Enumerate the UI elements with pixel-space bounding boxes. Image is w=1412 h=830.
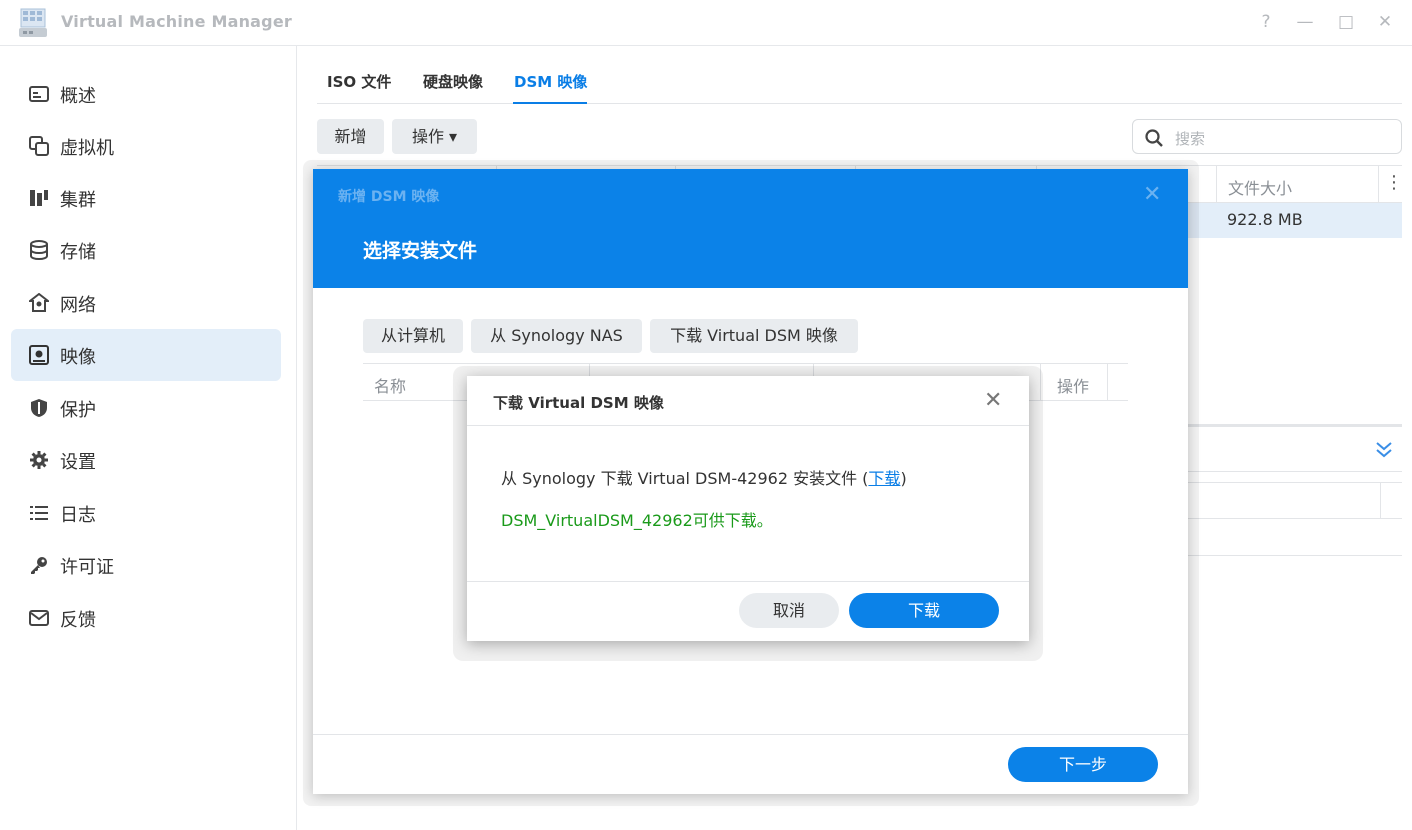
sidebar-item-license[interactable]: 许可证 <box>11 539 281 591</box>
search-input[interactable]: 搜索 <box>1132 119 1402 154</box>
divider <box>1188 471 1402 472</box>
search-placeholder: 搜索 <box>1175 130 1206 148</box>
app-logo-icon <box>19 8 47 37</box>
key-icon <box>31 557 47 574</box>
app-title: Virtual Machine Manager <box>61 12 292 31</box>
next-button[interactable]: 下一步 <box>1008 747 1158 782</box>
sidebar-item-network[interactable]: 网络 <box>11 277 281 329</box>
sidebar-item-vm[interactable]: 虚拟机 <box>11 120 281 172</box>
tab-active-indicator <box>513 102 587 104</box>
sidebar-item-label: 许可证 <box>60 557 114 578</box>
overview-icon <box>29 86 49 102</box>
download-message: 从 Synology 下载 Virtual DSM-42962 安装文件 (下载… <box>501 465 907 489</box>
help-button[interactable]: ? <box>1254 10 1278 34</box>
shield-icon <box>31 399 47 417</box>
panel-divider <box>1188 424 1402 427</box>
sidebar-item-protection[interactable]: 保护 <box>11 382 281 434</box>
sidebar-item-label: 概述 <box>60 86 96 107</box>
col-name[interactable]: 名称 <box>374 373 406 397</box>
sidebar-item-label: 存储 <box>60 242 96 263</box>
col-filesize[interactable]: 文件大小 <box>1228 175 1292 199</box>
download-message-suffix: ) <box>900 469 907 488</box>
sidebar-item-label: 网络 <box>60 295 96 316</box>
dialog-title: 下载 Virtual DSM 映像 <box>493 394 664 412</box>
cancel-button[interactable]: 取消 <box>739 593 839 628</box>
divider <box>1188 555 1402 556</box>
sidebar-item-label: 设置 <box>60 452 96 473</box>
from-computer-button[interactable]: 从计算机 <box>363 319 463 353</box>
minimize-button[interactable]: — <box>1293 10 1317 34</box>
sidebar-item-label: 集群 <box>60 190 96 211</box>
network-icon <box>29 293 49 312</box>
table-row[interactable]: 922.8 MB <box>1188 203 1402 238</box>
close-window-button[interactable]: ✕ <box>1373 10 1397 34</box>
image-icon <box>29 345 49 365</box>
dialog-header: 新增 DSM 映像 ✕ 选择安装文件 <box>313 169 1188 288</box>
sidebar-item-label: 映像 <box>60 347 96 368</box>
mail-icon <box>29 610 49 626</box>
log-icon <box>30 506 48 520</box>
vm-icon <box>29 136 49 156</box>
availability-status: DSM_VirtualDSM_42962可供下载。 <box>501 511 773 530</box>
dialog-footer-divider <box>313 734 1188 735</box>
expand-panel-icon[interactable] <box>1374 440 1394 460</box>
sidebar-item-label: 保护 <box>60 400 96 421</box>
divider <box>1380 482 1381 518</box>
sidebar-item-settings[interactable]: 设置 <box>11 434 281 486</box>
sidebar-item-label: 日志 <box>60 505 96 526</box>
sidebar-item-feedback[interactable]: 反馈 <box>11 592 281 644</box>
title-bar: Virtual Machine Manager ? — □ ✕ <box>0 0 1412 46</box>
sidebar-item-cluster[interactable]: 集群 <box>11 172 281 224</box>
download-vdsm-button[interactable]: 下载 Virtual DSM 映像 <box>650 319 858 353</box>
dialog-small-title: 新增 DSM 映像 <box>338 189 440 205</box>
close-icon[interactable]: ✕ <box>1143 182 1161 207</box>
tab-dsm-image[interactable]: DSM 映像 <box>514 71 587 92</box>
add-button[interactable]: 新增 <box>317 119 384 154</box>
download-link[interactable]: 下载 <box>868 469 900 488</box>
from-nas-button[interactable]: 从 Synology NAS <box>471 319 642 353</box>
gear-icon <box>30 451 48 469</box>
tab-iso[interactable]: ISO 文件 <box>327 71 391 92</box>
sidebar-item-storage[interactable]: 存储 <box>11 224 281 276</box>
close-icon[interactable]: ✕ <box>984 388 1002 413</box>
divider <box>1188 518 1402 519</box>
cluster-icon <box>30 190 48 206</box>
sidebar-item-overview[interactable]: 概述 <box>11 68 281 120</box>
search-icon <box>1145 129 1163 147</box>
tab-bar: ISO 文件 硬盘映像 DSM 映像 <box>317 58 1402 104</box>
action-dropdown-button[interactable]: 操作 ▾ <box>392 119 477 154</box>
download-message-prefix: 从 Synology 下载 Virtual DSM-42962 安装文件 ( <box>501 469 869 488</box>
storage-icon <box>30 240 48 260</box>
col-action[interactable]: 操作 <box>1057 373 1089 397</box>
divider <box>1188 482 1402 483</box>
column-menu-icon[interactable]: ⋮ <box>1385 172 1403 193</box>
sidebar-item-label: 虚拟机 <box>60 138 114 159</box>
sidebar-item-log[interactable]: 日志 <box>11 487 281 539</box>
divider <box>467 425 1029 426</box>
row-filesize: 922.8 MB <box>1227 210 1303 229</box>
maximize-button[interactable]: □ <box>1334 10 1358 34</box>
tab-disk-image[interactable]: 硬盘映像 <box>423 71 483 92</box>
download-button[interactable]: 下载 <box>849 593 999 628</box>
sidebar-item-label: 反馈 <box>60 610 96 631</box>
divider <box>467 581 1029 582</box>
sidebar: 概述 虚拟机 集群 存储 网络 映像 保护 设置 日志 许可证 反馈 <box>0 46 297 830</box>
dialog-title: 选择安装文件 <box>363 240 478 262</box>
download-vdsm-dialog: 下载 Virtual DSM 映像 ✕ 从 Synology 下载 Virtua… <box>467 376 1029 641</box>
sidebar-item-image[interactable]: 映像 <box>11 329 281 381</box>
